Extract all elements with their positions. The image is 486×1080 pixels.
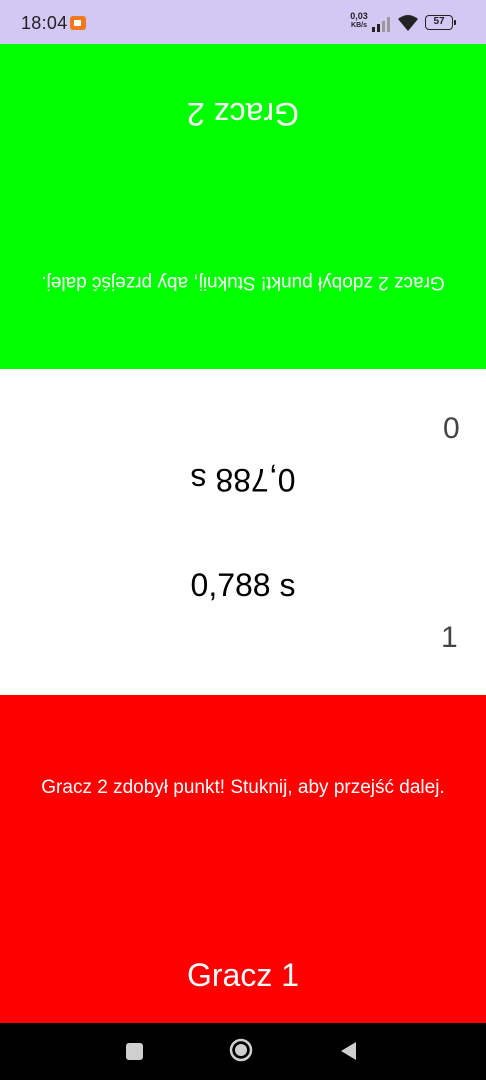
player2-reaction-time: 0,788 s [190,462,296,498]
player1-reaction-time: 0,788 s [190,567,296,603]
signal-icon [372,17,390,32]
player1-message: Gracz 2 zdobył punkt! Stuknij, aby przej… [41,777,445,798]
battery-icon: 57 [425,15,456,30]
back-icon[interactable] [338,1040,358,1062]
player1-name: Gracz 1 [186,957,300,993]
player1-tap-area[interactable]: Gracz 2 zdobył punkt! Stuknij, aby przej… [0,695,486,1023]
navigation-bar [0,1023,486,1080]
screen-record-icon [70,16,86,30]
home-icon[interactable] [229,1038,253,1062]
network-speed: 0,03 KB/s [347,12,371,30]
scoreboard: 0 0,788 s 0,788 s 1 [0,369,486,695]
player2-name: Gracz 2 [186,96,300,132]
network-speed-unit: KB/s [351,22,367,29]
wifi-icon [398,15,418,31]
recents-icon[interactable] [126,1043,143,1060]
player2-message: Gracz 2 zdobył punkt! Stuknij, aby przej… [41,272,445,293]
player2-tap-area[interactable]: Gracz 2 zdobył punkt! Stuknij, aby przej… [0,44,486,369]
player1-score: 1 [441,621,458,654]
status-time: 18:04 [21,13,68,33]
player2-score: 0 [443,412,460,445]
status-bar: 18:04 0,03 KB/s 57 [0,0,486,44]
network-speed-value: 0,03 [350,11,368,21]
